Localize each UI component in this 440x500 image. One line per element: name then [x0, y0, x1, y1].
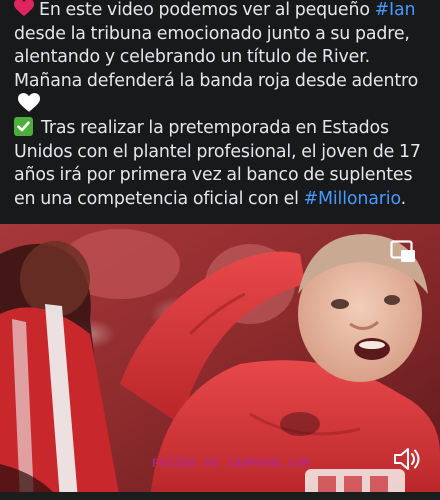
white-heart-icon [18, 93, 40, 112]
hashtag-millonario-link[interactable]: #Millonario [304, 189, 401, 209]
post-text: En este video podemos ver al pequeño #Ia… [0, 0, 440, 224]
video-watermark: PASIÓN DE CAMPEÓN.COM [152, 456, 310, 470]
bottom-bar [0, 492, 440, 500]
hashtag-ian-link[interactable]: #Ian [375, 0, 416, 20]
post-paragraph-1: En este video podemos ver al pequeño #Ia… [14, 0, 434, 118]
volume-icon[interactable] [391, 444, 421, 474]
red-heart-icon [14, 0, 34, 16]
post-paragraph-1-text-a: En este video podemos ver al pequeño [39, 0, 375, 20]
check-mark-icon [14, 117, 33, 136]
post-paragraph-2-text-b: . [400, 188, 407, 209]
post-paragraph-1-text-b: desde la tribuna emocionado junto a su p… [14, 23, 419, 91]
picture-in-picture-icon[interactable] [390, 240, 416, 264]
video-player[interactable]: PASIÓN DE CAMPEÓN.COM [0, 224, 440, 500]
post-paragraph-2: Tras realizar la pretemporada en Estados… [14, 117, 434, 211]
